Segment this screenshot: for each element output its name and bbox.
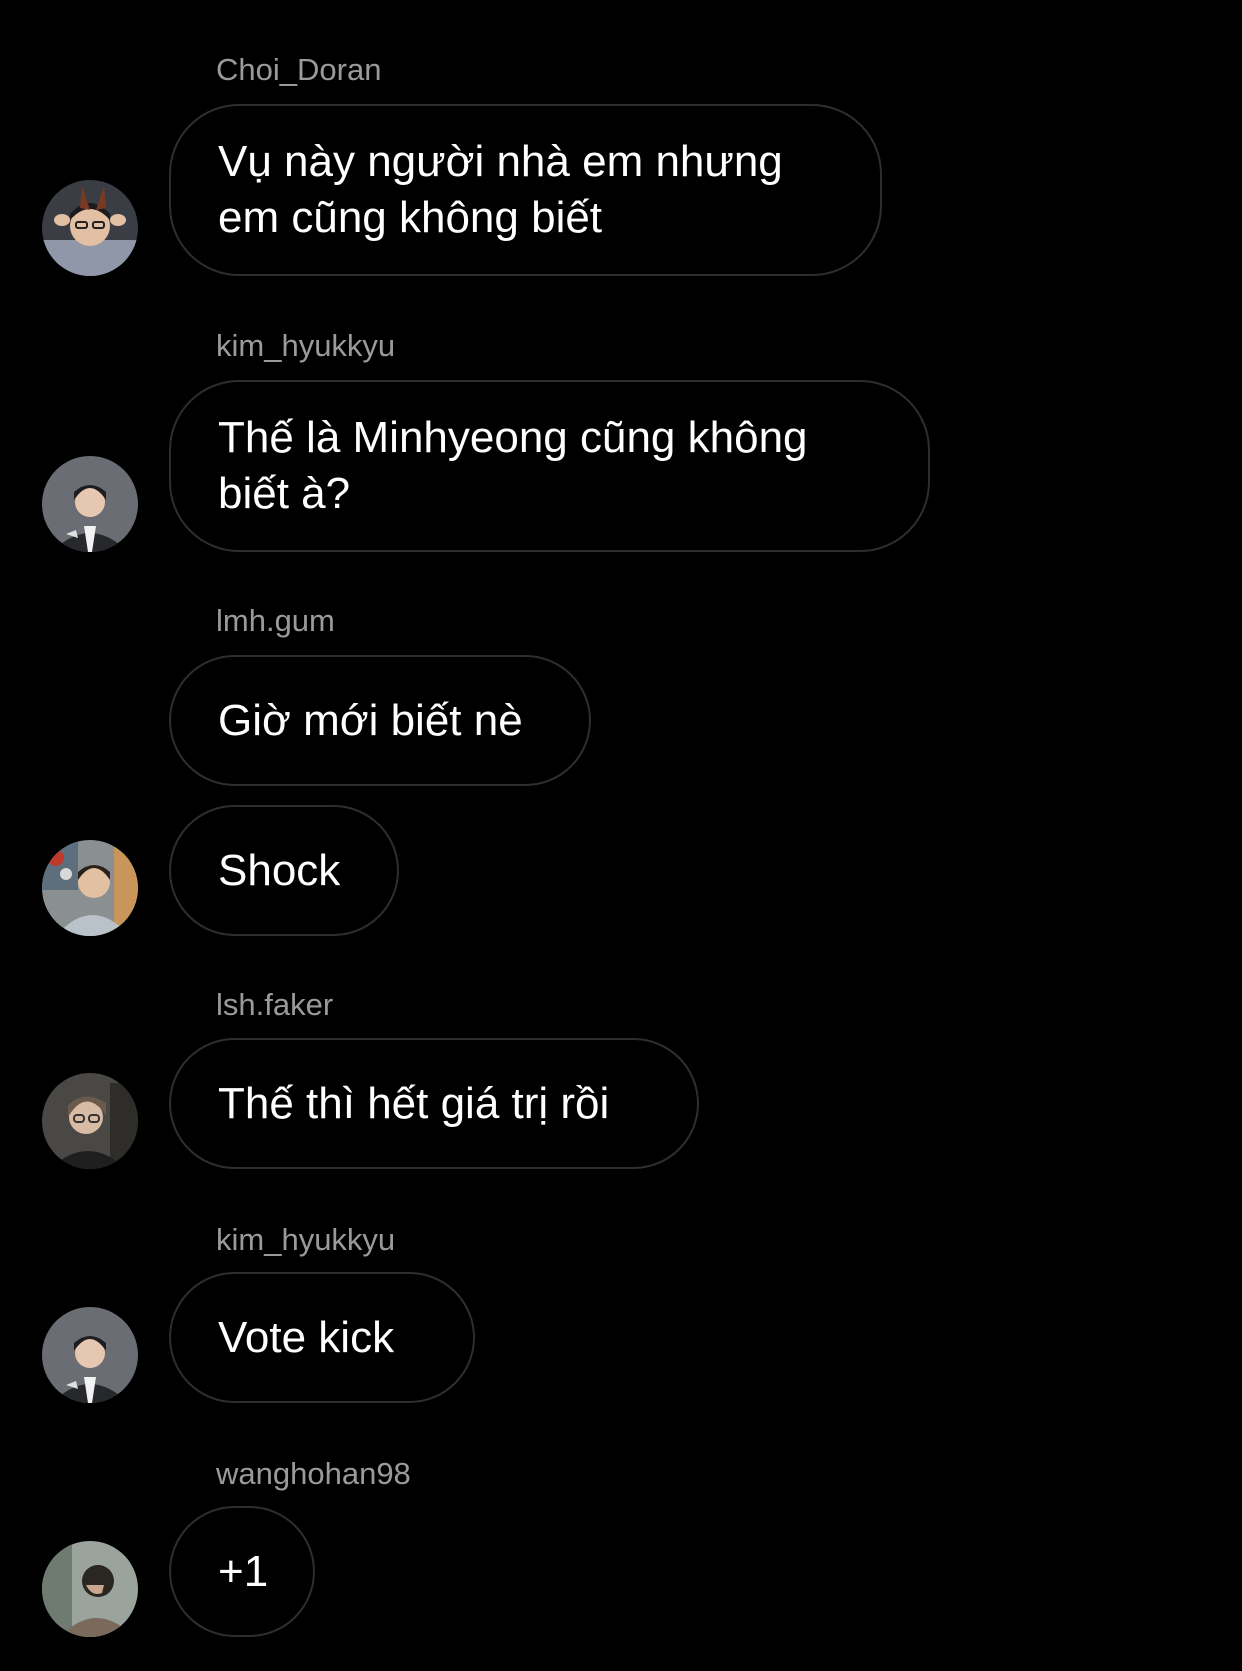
message-bubble[interactable]: Vụ này người nhà em nhưng em cũng không … <box>169 104 882 276</box>
message-text: Thế là Minhyeong cũng không biết à? <box>218 413 808 518</box>
user-avatar-choi-doran[interactable] <box>42 180 138 276</box>
avatar-image <box>42 180 138 276</box>
message-text: Shock <box>218 845 341 895</box>
message-username[interactable]: lmh.gum <box>216 605 335 636</box>
message-text: Vote kick <box>218 1312 395 1362</box>
message-username[interactable]: kim_hyukkyu <box>216 1224 395 1255</box>
message-username[interactable]: kim_hyukkyu <box>216 330 395 361</box>
message-bubble[interactable]: Giờ mới biết nè <box>169 655 591 786</box>
user-avatar-wanghohan98[interactable] <box>42 1541 138 1637</box>
message-bubble[interactable]: +1 <box>169 1506 315 1637</box>
message-text: Giờ mới biết nè <box>218 695 523 745</box>
avatar-image <box>42 456 138 552</box>
avatar-image <box>42 1541 138 1637</box>
message-username[interactable]: wanghohan98 <box>216 1458 411 1489</box>
message-bubble[interactable]: Vote kick <box>169 1272 475 1403</box>
user-avatar-lsh-faker[interactable] <box>42 1073 138 1169</box>
message-username[interactable]: lsh.faker <box>216 989 333 1020</box>
message-text: +1 <box>218 1546 269 1596</box>
avatar-image <box>42 840 138 936</box>
message-text: Thế thì hết giá trị rồi <box>218 1078 610 1128</box>
message-bubble[interactable]: Thế là Minhyeong cũng không biết à? <box>169 380 930 552</box>
avatar-image <box>42 1073 138 1169</box>
user-avatar-lmh-gum[interactable] <box>42 840 138 936</box>
user-avatar-kim-hyukkyu[interactable] <box>42 1307 138 1403</box>
message-text: Vụ này người nhà em nhưng em cũng không … <box>218 137 783 242</box>
message-username[interactable]: Choi_Doran <box>216 54 381 85</box>
user-avatar-kim-hyukkyu[interactable] <box>42 456 138 552</box>
message-bubble[interactable]: Shock <box>169 805 399 936</box>
avatar-image <box>42 1307 138 1403</box>
message-bubble[interactable]: Thế thì hết giá trị rồi <box>169 1038 699 1169</box>
